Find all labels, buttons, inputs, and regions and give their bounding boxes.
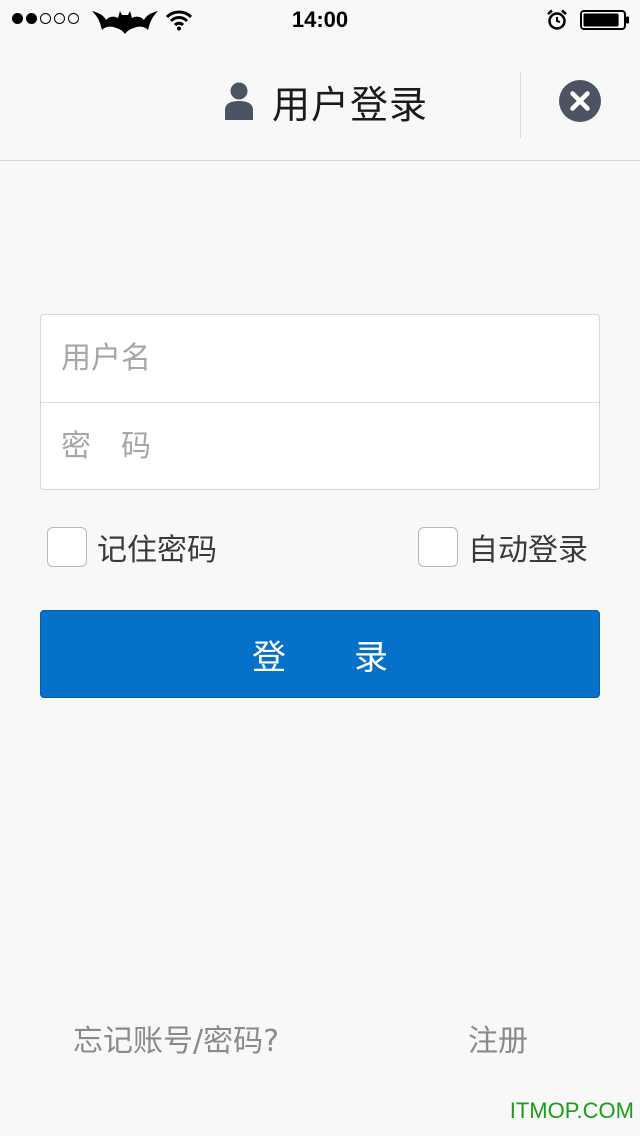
- register-link[interactable]: 注册: [468, 1016, 528, 1060]
- page-title: 用户登录: [272, 82, 429, 127]
- status-time: 14:00: [291, 7, 349, 32]
- close-button[interactable]: [559, 80, 601, 122]
- header-bar: 用户登录: [0, 40, 640, 161]
- password-input[interactable]: [41, 403, 599, 490]
- auto-login-checkbox[interactable]: [418, 527, 458, 567]
- username-input[interactable]: [41, 315, 599, 402]
- header-divider: [520, 72, 521, 138]
- remember-password-option[interactable]: 记住密码: [47, 525, 217, 569]
- remember-password-label: 记住密码: [97, 533, 217, 568]
- watermark: ITMOP.COM: [509, 1098, 634, 1123]
- status-bar: 14:00: [0, 0, 640, 40]
- auto-login-label: 自动登录: [468, 533, 588, 568]
- login-form: [40, 314, 600, 490]
- close-icon: [570, 91, 590, 111]
- auto-login-option[interactable]: 自动登录: [418, 525, 588, 569]
- alarm-icon: [547, 9, 567, 30]
- login-button-label: 登 录: [252, 637, 388, 678]
- header-title-group: 用户登录: [224, 78, 428, 127]
- battery-icon: [580, 10, 629, 30]
- forgot-account-link[interactable]: 忘记账号/密码?: [73, 1016, 279, 1060]
- user-icon: [225, 82, 253, 120]
- remember-password-checkbox[interactable]: [47, 527, 87, 567]
- login-button[interactable]: 登 录: [40, 610, 600, 698]
